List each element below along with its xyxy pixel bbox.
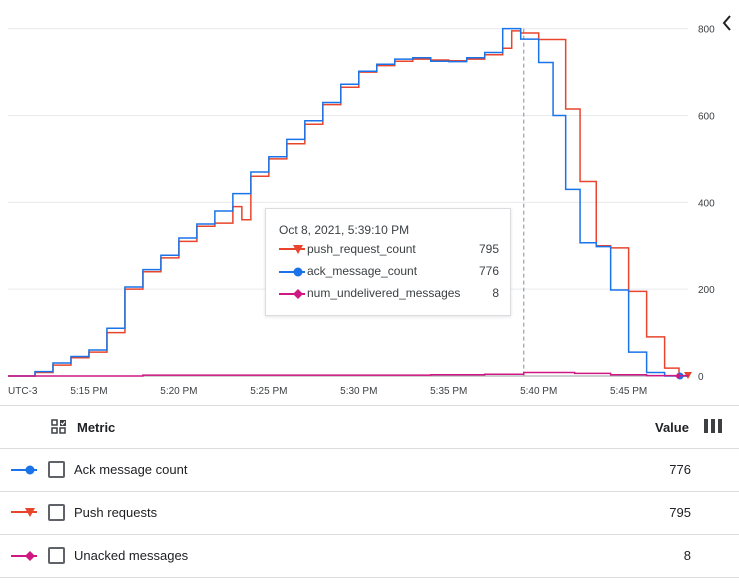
row-metric-value: 8: [683, 548, 691, 563]
row-checkbox[interactable]: [48, 504, 65, 521]
tooltip-series-name: ack_message_count: [307, 264, 418, 278]
circle-icon: [279, 267, 305, 277]
diamond-icon: [11, 551, 37, 561]
tooltip-series-value: 795: [478, 242, 499, 256]
timezone-label: UTC-3: [8, 386, 38, 397]
metric-table-header: Metric Value: [0, 406, 739, 449]
y-tick-label: 200: [698, 285, 715, 296]
y-tick-label: 600: [698, 112, 715, 123]
line-chart[interactable]: 0 200 400 600 800 UTC-3 5:15 PM 5:20 PM 5:25 PM 5…: [0, 0, 739, 405]
row-metric-value: 795: [669, 505, 691, 520]
series-line: [8, 371, 689, 377]
circle-icon: [11, 465, 37, 475]
series-line: [8, 30, 688, 377]
chart-area: 0 200 400 600 800 UTC-3 5:15 PM 5:20 PM 5:25 PM 5…: [0, 0, 739, 405]
column-view-icon[interactable]: [704, 419, 722, 433]
x-tick-label: 5:15 PM: [70, 386, 107, 397]
tooltip-series-value: 776: [478, 264, 499, 278]
tooltip-timestamp: Oct 8, 2021, 5:39:10 PM: [279, 223, 410, 237]
tooltip-row-push: push_request_count 795: [279, 242, 501, 258]
y-tick-label: 0: [698, 372, 704, 383]
x-tick-label: 5:35 PM: [430, 386, 467, 397]
tooltip-series-value: 8: [492, 286, 499, 300]
chevron-left-icon: [722, 15, 731, 31]
row-metric-value: 776: [669, 462, 691, 477]
triangle-down-icon: [279, 245, 305, 254]
row-checkbox[interactable]: [48, 547, 65, 564]
hover-tooltip: Oct 8, 2021, 5:39:10 PM push_request_cou…: [265, 208, 511, 316]
row-metric-label: Unacked messages: [74, 548, 189, 563]
y-tick-label: 400: [698, 198, 715, 209]
y-tick-label: 800: [698, 25, 715, 36]
tooltip-series-name: num_undelivered_messages: [307, 286, 461, 300]
row-metric-label: Ack message count: [74, 462, 188, 477]
x-tick-label: 5:45 PM: [610, 386, 647, 397]
collapse-panel-button[interactable]: [718, 12, 736, 36]
row-metric-label: Push requests: [74, 505, 158, 520]
table-row-push[interactable]: Push requests 795: [0, 492, 739, 535]
row-checkbox[interactable]: [48, 461, 65, 478]
diamond-icon: [279, 289, 305, 299]
tooltip-row-ack: ack_message_count 776: [279, 264, 501, 280]
x-tick-label: 5:30 PM: [340, 386, 377, 397]
tooltip-series-name: push_request_count: [307, 242, 416, 256]
metric-column-header[interactable]: Metric: [77, 420, 115, 435]
triangle-down-icon: [11, 508, 37, 517]
table-row-unacked[interactable]: Unacked messages 8: [0, 535, 739, 578]
x-tick-label: 5:25 PM: [250, 386, 287, 397]
tooltip-row-undelivered: num_undelivered_messages 8: [279, 286, 501, 302]
table-row-ack[interactable]: Ack message count 776: [0, 449, 739, 492]
select-all-icon[interactable]: [51, 419, 67, 435]
x-tick-label: 5:40 PM: [520, 386, 557, 397]
value-column-header[interactable]: Value: [655, 420, 689, 435]
x-tick-label: 5:20 PM: [160, 386, 197, 397]
